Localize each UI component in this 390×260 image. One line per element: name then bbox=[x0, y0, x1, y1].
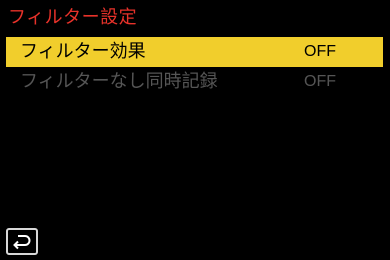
menu-item-value: OFF bbox=[304, 73, 336, 90]
menu-item-filter-effect[interactable]: フィルター効果 OFF bbox=[6, 37, 383, 67]
menu-item-value: OFF bbox=[304, 43, 336, 60]
menu-item-label: フィルターなし同時記録 bbox=[20, 71, 218, 92]
menu-item-label: フィルター効果 bbox=[20, 41, 146, 62]
settings-menu: フィルター効果 OFF フィルターなし同時記録 OFF bbox=[6, 37, 383, 97]
page-title: フィルター設定 bbox=[8, 7, 138, 28]
menu-item-simultaneous-record-without-filter: フィルターなし同時記録 OFF bbox=[6, 67, 383, 97]
back-button[interactable] bbox=[6, 228, 38, 255]
return-arrow-icon bbox=[13, 235, 31, 250]
